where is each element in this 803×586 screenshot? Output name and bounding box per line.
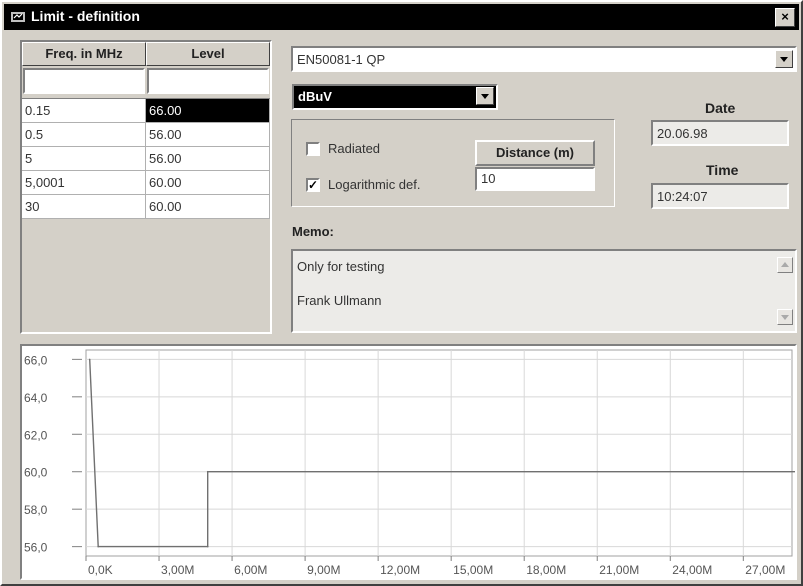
- time-label: Time: [706, 162, 739, 178]
- logarithmic-checkbox[interactable]: ✓: [306, 178, 320, 192]
- x-tick-label: 0,0K: [88, 563, 113, 577]
- limit-chart: 0,0K 3,00M 6,00M 9,00M 12,00M 15,00M 18,00M 21,…: [20, 344, 797, 580]
- chevron-down-icon[interactable]: [476, 87, 494, 105]
- options-group: Radiated ✓ Logarithmic def. Distance (m)…: [291, 119, 615, 207]
- column-header-frequency[interactable]: Freq. in MHz: [22, 42, 146, 66]
- unit-select-value: dBuV: [298, 89, 332, 104]
- limit-table-panel: Freq. in MHz Level 0.15 66.00 0.5 56.00 …: [20, 40, 272, 334]
- time-value: 10:24:07: [657, 189, 708, 204]
- x-tick-label: 6,00M: [234, 563, 267, 577]
- radiated-label: Radiated: [328, 141, 381, 156]
- date-field: 20.06.98: [651, 120, 789, 146]
- frequency-cell[interactable]: 5,0001: [22, 171, 146, 195]
- memo-label: Memo:: [292, 224, 334, 239]
- logarithmic-label: Logarithmic def.: [328, 177, 421, 192]
- new-level-input[interactable]: [147, 68, 269, 94]
- x-tick-label: 9,00M: [307, 563, 340, 577]
- x-tick-label: 12,00M: [380, 563, 420, 577]
- scroll-down-button[interactable]: [777, 309, 793, 325]
- window-title: Limit - definition: [31, 8, 140, 24]
- distance-label: Distance (m): [475, 140, 595, 166]
- y-tick-label: 56,0: [24, 541, 48, 555]
- date-label: Date: [705, 100, 736, 116]
- radiated-checkbox[interactable]: [306, 142, 320, 156]
- memo-textarea[interactable]: Only for testing Frank Ullmann: [291, 249, 797, 333]
- x-tick-label: 18,00M: [526, 563, 566, 577]
- limit-point: [206, 545, 209, 548]
- time-field: 10:24:07: [651, 183, 789, 209]
- plot-area: [85, 349, 793, 557]
- limit-point: [97, 545, 99, 548]
- frequency-cell[interactable]: 0.15: [22, 99, 146, 123]
- scroll-up-button[interactable]: [777, 257, 793, 273]
- limit-point: [88, 358, 91, 361]
- frequency-cell[interactable]: 30: [22, 195, 146, 219]
- level-cell[interactable]: 66.00: [146, 99, 270, 123]
- memo-line: Frank Ullmann: [297, 293, 382, 308]
- memo-line: Only for testing: [297, 259, 385, 274]
- limit-table-grid: 0.15 66.00 0.5 56.00 5 56.00 5,0001 60.0…: [22, 98, 270, 221]
- x-tick-label: 21,00M: [599, 563, 639, 577]
- checkmark-icon: ✓: [308, 178, 319, 192]
- limit-definition-window: Limit - definition × Freq. in MHz Level …: [0, 0, 803, 586]
- level-cell[interactable]: 56.00: [146, 147, 270, 171]
- date-value: 20.06.98: [657, 126, 708, 141]
- frequency-cell[interactable]: 5: [22, 147, 146, 171]
- distance-value: 10: [481, 171, 496, 186]
- x-tick-label: 15,00M: [453, 563, 493, 577]
- standard-select[interactable]: EN50081-1 QP: [291, 46, 797, 72]
- limit-chart-svg: 0,0K 3,00M 6,00M 9,00M 12,00M 15,00M 18,00M 21,…: [24, 349, 795, 577]
- standard-select-value: EN50081-1 QP: [297, 52, 386, 67]
- unit-select[interactable]: dBuV: [292, 84, 498, 110]
- x-tick-label: 3,00M: [161, 563, 194, 577]
- column-header-level[interactable]: Level: [146, 42, 270, 66]
- close-icon: ×: [781, 9, 789, 24]
- title-bar[interactable]: Limit - definition ×: [4, 4, 799, 30]
- chevron-down-icon[interactable]: [775, 50, 793, 68]
- distance-input[interactable]: 10: [475, 167, 595, 191]
- y-tick-label: 64,0: [24, 391, 48, 405]
- frequency-cell[interactable]: 0.5: [22, 123, 146, 147]
- new-frequency-input[interactable]: [23, 68, 145, 94]
- y-tick-label: 62,0: [24, 428, 48, 442]
- x-tick-label: 27,00M: [745, 563, 785, 577]
- x-tick-label: 24,00M: [672, 563, 712, 577]
- level-cell[interactable]: 60.00: [146, 195, 270, 219]
- app-icon: [11, 12, 25, 22]
- y-tick-label: 66,0: [24, 353, 48, 367]
- distance-label-text: Distance (m): [495, 145, 575, 160]
- close-button[interactable]: ×: [775, 8, 795, 27]
- level-cell[interactable]: 56.00: [146, 123, 270, 147]
- level-cell[interactable]: 60.00: [146, 171, 270, 195]
- limit-point: [206, 470, 209, 473]
- y-tick-label: 60,0: [24, 466, 48, 480]
- y-tick-label: 58,0: [24, 503, 48, 517]
